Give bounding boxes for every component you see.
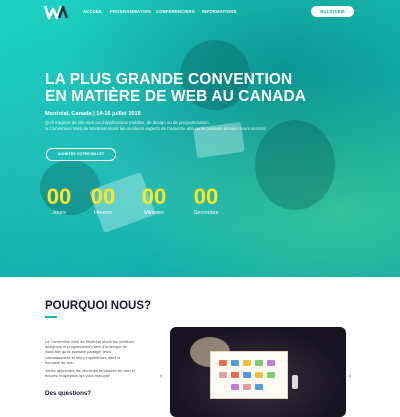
screen-tile (231, 360, 239, 366)
logo-icon[interactable] (44, 4, 70, 20)
hero-section: ACCUEIL PROGRAMMATION CONFÉRENCIERS INFO… (0, 0, 400, 277)
screen-tile (219, 360, 227, 366)
nav-item-accueil[interactable]: ACCUEIL (83, 9, 103, 14)
screen-tile (231, 384, 239, 390)
countdown-minutes: 00 Minutes (134, 184, 174, 217)
questions-heading: Des questions? (45, 390, 92, 397)
hero-description-line-2: la Convention Web de Montréal réunit les… (45, 125, 267, 131)
countdown-value: 00 (46, 184, 72, 209)
buy-ticket-button[interactable]: ACHETEZ VOTRE BILLET (46, 148, 116, 161)
nav-item-conferenciers[interactable]: CONFÉRENCIERS (156, 9, 195, 14)
nav-item-informations[interactable]: INFORMATIONS (202, 9, 236, 14)
conference-screen (210, 351, 288, 399)
photo-slider (170, 327, 346, 417)
hero-title-line-2: EN MATIÈRE DE WEB AU CANADA (45, 88, 307, 105)
countdown-seconds: 00 Secondes (186, 184, 226, 217)
screen-tile (243, 360, 251, 366)
screen-tile (267, 372, 275, 378)
countdown-days: 00 Jours (39, 184, 79, 217)
countdown-label: Heures (93, 210, 113, 216)
speaker-figure (292, 375, 298, 389)
hero-title-line-1: LA PLUS GRANDE CONVENTION (45, 71, 293, 88)
why-title: POURQUOI NOUS? (45, 300, 152, 312)
countdown-value: 00 (141, 184, 167, 209)
hero-description: Qu'il s'agisse de site web ou d'applicat… (45, 120, 295, 131)
countdown-value: 00 (90, 184, 116, 209)
countdown-label: Jours (52, 210, 66, 216)
why-paragraph-2: Venez apprendre les dernières tendances … (45, 368, 135, 379)
ticket-button[interactable]: BILLETERIE (311, 6, 354, 17)
countdown-label: Minutes (144, 210, 164, 216)
hero-title: LA PLUS GRANDE CONVENTION EN MATIÈRE DE … (45, 71, 365, 105)
why-paragraph-1: La Convention Web de Montréal réunit les… (45, 339, 135, 365)
why-title-underline (45, 316, 57, 318)
hero-date: Montréal, Canada | 14-16 juillet 2018 (45, 111, 141, 117)
nav-item-programmation[interactable]: PROGRAMMATION (110, 9, 151, 14)
countdown-label: Secondes (193, 210, 219, 216)
screen-tile (243, 384, 251, 390)
screen-tile (255, 384, 263, 390)
screen-tile (255, 360, 263, 366)
hero-photo-figure (255, 120, 335, 210)
slider-prev-icon[interactable]: ‹ (160, 373, 162, 380)
slider-next-icon[interactable]: › (349, 373, 351, 380)
screen-tile (219, 372, 227, 378)
screen-tile (231, 372, 239, 378)
screen-tile (267, 360, 275, 366)
screen-tile (255, 372, 263, 378)
screen-tile (243, 372, 251, 378)
top-nav: ACCUEIL PROGRAMMATION CONFÉRENCIERS INFO… (0, 0, 400, 24)
countdown-hours: 00 Heures (83, 184, 123, 217)
countdown-value: 00 (193, 184, 219, 209)
